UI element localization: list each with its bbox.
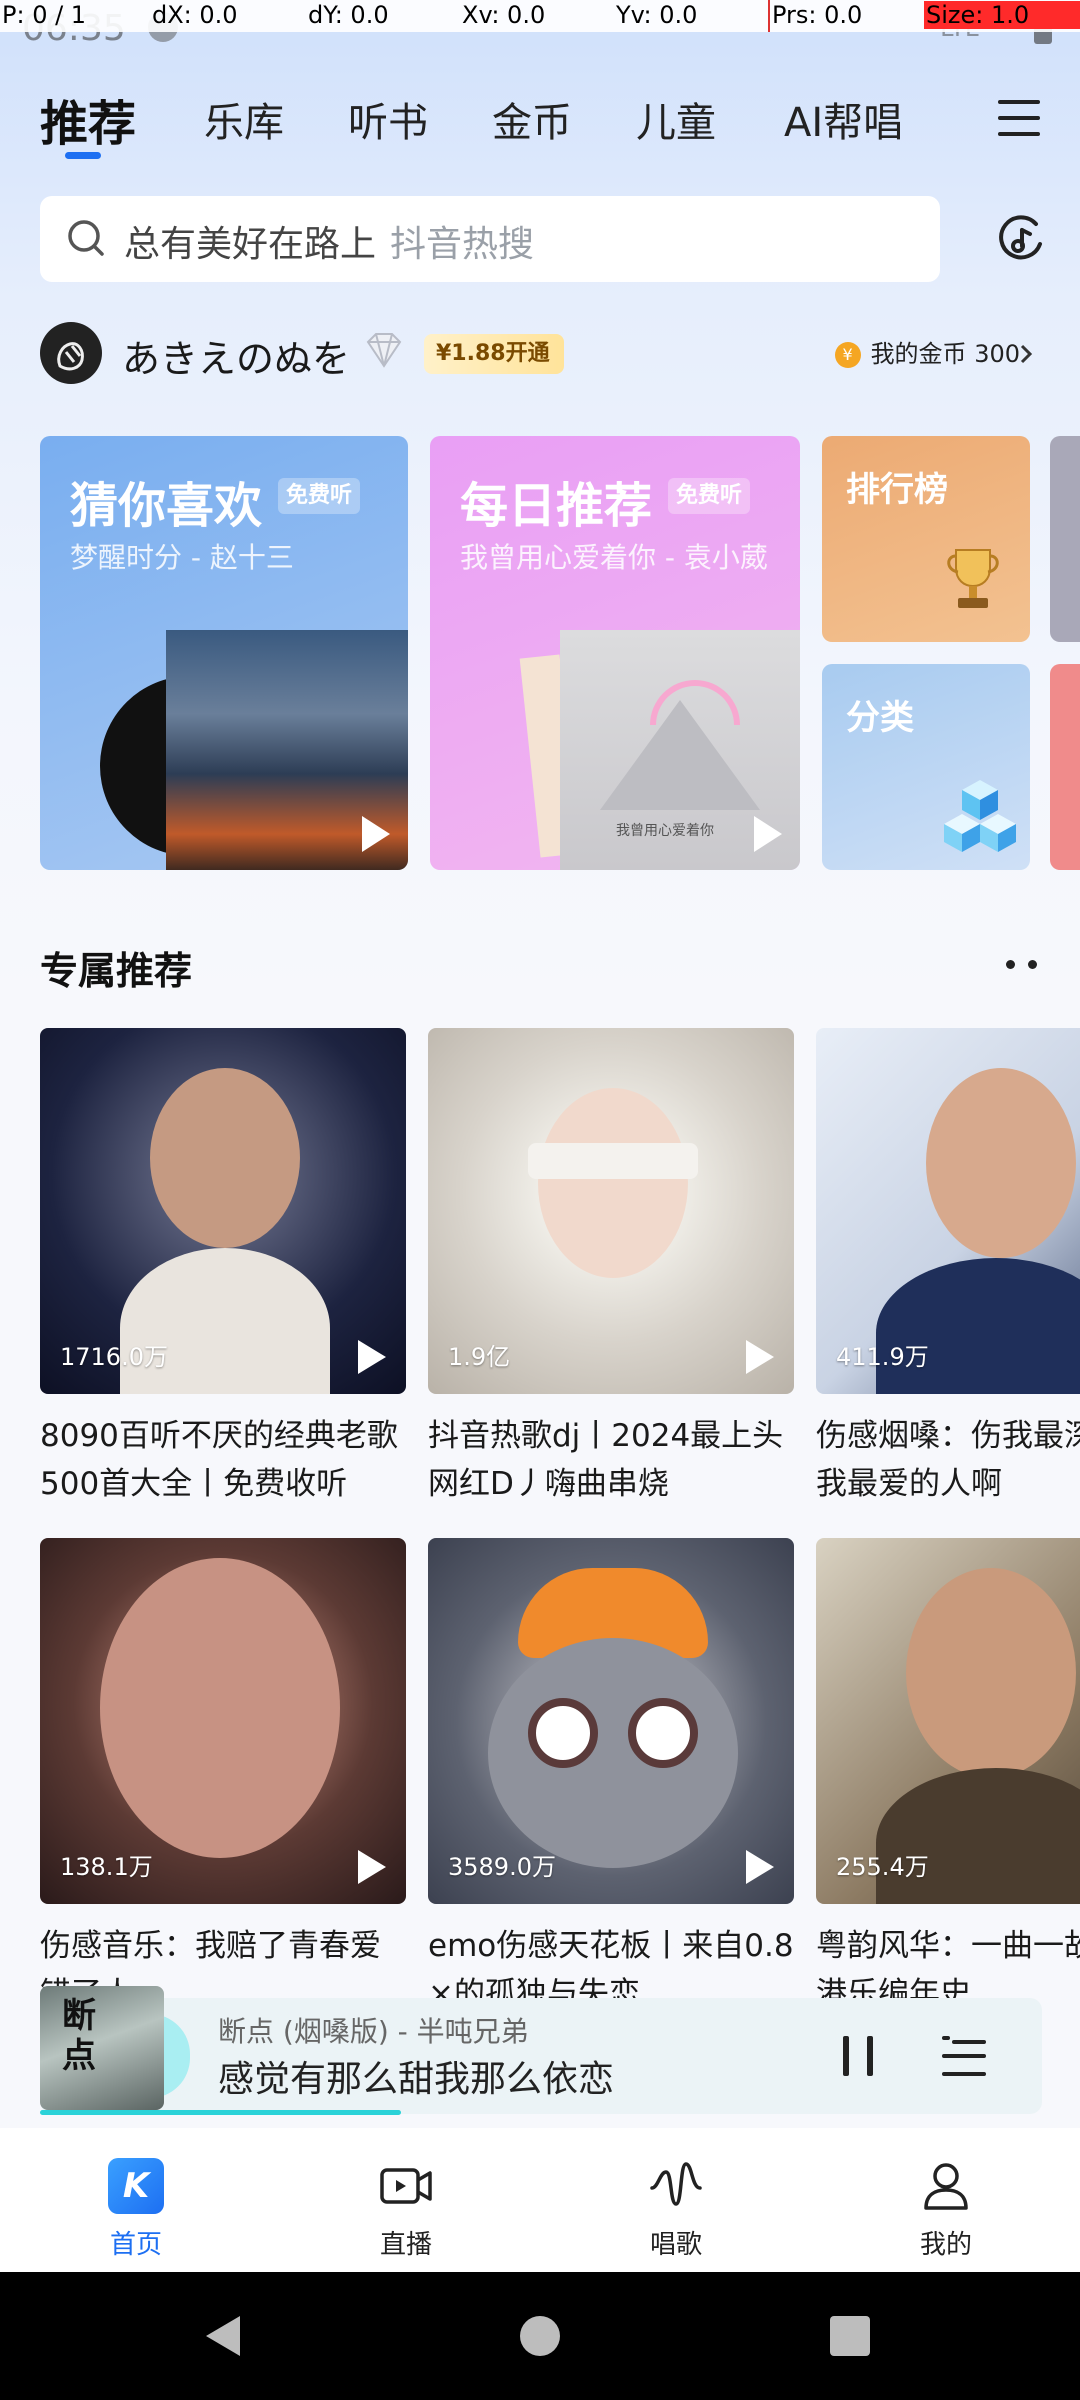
rank-card[interactable]: 排行榜: [822, 436, 1030, 642]
debug-pointer: P: 0 / 1: [2, 1, 87, 29]
guess-card-title: 猜你喜欢: [70, 478, 263, 534]
username[interactable]: あきえのぬを: [122, 328, 350, 383]
free-badge: 免费听: [278, 478, 361, 514]
playlist-title: 伤感烟嗓：伤我最深的是我最爱的人啊: [816, 1418, 1080, 1502]
avatar-hand-icon: [57, 342, 84, 371]
daily-cover-caption: 我曾用心爱着你: [616, 823, 714, 839]
play-count: 1.9亿: [448, 1343, 511, 1371]
tab-library[interactable]: 乐库: [204, 90, 284, 148]
play-icon[interactable]: [358, 1850, 386, 1884]
menu-icon[interactable]: [998, 100, 1040, 136]
play-count: 3589.0万: [448, 1853, 556, 1881]
more-dots-icon[interactable]: [1006, 958, 1040, 970]
system-nav-bar: [0, 2272, 1080, 2400]
more-card-partial[interactable]: [1050, 664, 1080, 870]
category-card[interactable]: 分类: [822, 664, 1030, 870]
home-button-icon[interactable]: [520, 2316, 560, 2356]
vip-open-badge[interactable]: ¥1.88开通: [424, 334, 564, 374]
playlist-cover: 3589.0万: [428, 1538, 794, 1904]
search-input[interactable]: 总有美好在路上 抖音热搜: [40, 196, 940, 282]
nav-label: 唱歌: [649, 2230, 702, 2260]
category-card-title: 分类: [846, 698, 914, 738]
nav-sing[interactable]: 唱歌: [606, 2148, 746, 2260]
debug-yv: Yv: 0.0: [616, 1, 698, 29]
mini-cover-text: 断点: [62, 1996, 96, 2076]
nav-label: 我的: [919, 2230, 972, 2260]
playlist-title: 8090百听不厌的经典老歌500首大全丨免费收听: [40, 1418, 398, 1502]
trophy-icon: [947, 549, 999, 608]
playlist-cover: 1.9亿: [428, 1028, 794, 1394]
nav-live[interactable]: 直播: [336, 2148, 476, 2260]
tab-audiobooks[interactable]: 听书: [348, 90, 428, 148]
guess-you-like-card[interactable]: 猜你喜欢 免费听 梦醒时分 - 赵十三: [40, 436, 408, 870]
avatar[interactable]: [40, 322, 102, 384]
debug-xv: Xv: 0.0: [462, 1, 546, 29]
nav-home[interactable]: K 首页: [66, 2148, 206, 2260]
playlist-cover: 138.1万: [40, 1538, 406, 1904]
daily-recommend-card[interactable]: 每日推荐 免费听 我曾用心爱着你 - 袁小葳 我曾用心爱着你: [430, 436, 800, 870]
cubes-icon: [944, 780, 1016, 852]
diamond-icon[interactable]: [360, 332, 408, 372]
playlist-cover: 1716.0万: [40, 1028, 406, 1394]
mini-player-cover[interactable]: 断点: [40, 1986, 164, 2110]
debug-dy: dY: 0.0: [308, 1, 389, 29]
rank-card-title: 排行榜: [846, 470, 948, 510]
back-icon[interactable]: [206, 2316, 240, 2356]
live-video-icon: [380, 2168, 432, 2204]
bottom-nav: K 首页 直播 唱歌 我的: [0, 2128, 1080, 2272]
nav-label: 直播: [379, 2230, 432, 2260]
daily-cover-image: 我曾用心爱着你: [560, 630, 800, 870]
sing-wave-icon: [650, 2162, 702, 2206]
guess-cover-image: [166, 630, 408, 870]
play-count: 1716.0万: [60, 1343, 168, 1371]
top-tabs: 推荐 乐库 听书 金币 儿童 AI帮唱: [40, 80, 980, 170]
guess-card-subtitle: 梦醒时分 - 赵十三: [70, 541, 294, 574]
play-count: 138.1万: [60, 1853, 153, 1881]
user-profile-icon: [924, 2163, 968, 2210]
tab-ai-sing[interactable]: AI帮唱: [784, 90, 903, 148]
debug-dx: dX: 0.0: [152, 1, 238, 29]
search-icon: [68, 220, 104, 256]
pause-icon[interactable]: [843, 2036, 873, 2076]
play-icon[interactable]: [362, 816, 390, 852]
coins-link[interactable]: ¥ 我的金币 300: [834, 336, 1020, 372]
playlist-queue-icon[interactable]: [942, 2036, 986, 2076]
tab-recommend[interactable]: 推荐: [40, 84, 136, 154]
tab-coins[interactable]: 金币: [492, 90, 572, 148]
play-icon[interactable]: [746, 1850, 774, 1884]
free-badge: 免费听: [668, 478, 751, 514]
chevron-right-icon: [1020, 344, 1033, 364]
daily-card-subtitle: 我曾用心爱着你 - 袁小葳: [460, 541, 768, 574]
debug-pressure: Prs: 0.0: [772, 1, 863, 29]
search-placeholder: 总有美好在路上 抖音热搜: [124, 215, 534, 267]
coin-icon: ¥: [834, 342, 861, 368]
search-hot-label: 抖音热搜: [390, 224, 535, 265]
play-icon[interactable]: [754, 816, 782, 852]
tab-kids[interactable]: 儿童: [636, 90, 716, 148]
home-icon: K: [108, 2158, 164, 2214]
recent-apps-icon[interactable]: [830, 2316, 870, 2356]
tab-active-indicator: [65, 152, 101, 159]
pointer-debug-bar: P: 0 / 1 dX: 0.0 dY: 0.0 Xv: 0.0 Yv: 0.0…: [0, 0, 1080, 32]
app-screen: 06:35 LTE P: 0 / 1 dX: 0.0 dY: 0.0 Xv: 0…: [0, 0, 1080, 2400]
music-recognize-icon[interactable]: [992, 210, 1048, 266]
playlist-title: 抖音热歌dj丨2024最上头网红D丿嗨曲串烧: [428, 1418, 784, 1502]
play-icon[interactable]: [358, 1340, 386, 1374]
coins-label: 我的金币 300: [870, 340, 1020, 368]
nav-label: 首页: [109, 2230, 162, 2260]
play-count: 255.4万: [836, 1853, 929, 1881]
search-suggestion: 总有美好在路上: [124, 224, 377, 265]
now-playing-song: 断点 (烟嗓版) - 半吨兄弟: [218, 2015, 529, 2048]
mini-player-progress: [40, 2110, 401, 2115]
debug-size: Size: 1.0: [924, 1, 1080, 29]
nav-mine[interactable]: 我的: [876, 2148, 1016, 2260]
more-card-partial[interactable]: [1050, 436, 1080, 642]
play-count: 411.9万: [836, 1343, 929, 1371]
section-title: 专属推荐: [40, 949, 193, 993]
playlist-cover: 255.4万: [816, 1538, 1080, 1904]
playlist-cover: 411.9万: [816, 1028, 1080, 1394]
now-playing-lyric: 感觉有那么甜我那么依恋: [218, 2059, 615, 2100]
play-icon[interactable]: [746, 1340, 774, 1374]
daily-card-title: 每日推荐: [460, 478, 653, 534]
